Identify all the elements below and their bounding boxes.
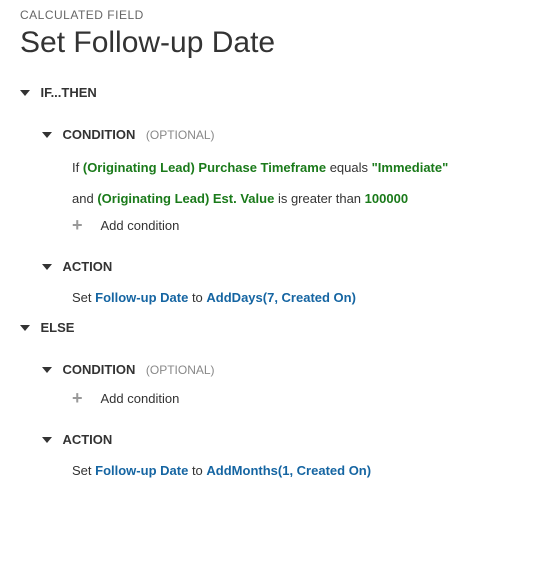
action-label: ACTION: [62, 259, 112, 274]
condition-op: equals: [330, 160, 368, 175]
chevron-down-icon[interactable]: [42, 367, 52, 373]
else-action-header: ACTION: [42, 431, 513, 449]
condition-op: is greater than: [278, 191, 361, 206]
else-condition-header: CONDITION (OPTIONAL): [42, 361, 513, 379]
to-text: to: [192, 463, 203, 478]
chevron-down-icon[interactable]: [20, 325, 30, 331]
page-title: Set Follow-up Date: [20, 26, 513, 60]
if-prefix: If: [72, 160, 79, 175]
plus-icon: +: [72, 389, 83, 407]
breadcrumb: CALCULATED FIELD: [20, 8, 513, 22]
chevron-down-icon[interactable]: [42, 132, 52, 138]
action-field: Follow-up Date: [95, 290, 188, 305]
ifthen-section: IF...THEN CONDITION (OPTIONAL) If (Origi…: [20, 84, 513, 305]
condition-value: 100000: [365, 191, 408, 206]
else-label: ELSE: [40, 320, 74, 335]
optional-label: (OPTIONAL): [146, 128, 215, 142]
action-func: AddDays(7, Created On): [206, 290, 356, 305]
to-text: to: [192, 290, 203, 305]
condition-field: (Originating Lead) Est. Value: [97, 191, 274, 206]
ifthen-action-header: ACTION: [42, 258, 513, 276]
add-condition-button[interactable]: + Add condition: [72, 216, 513, 234]
action-line-else[interactable]: Set Follow-up Date to AddMonths(1, Creat…: [72, 463, 513, 478]
add-condition-label: Add condition: [101, 391, 180, 406]
condition-line-2[interactable]: and (Originating Lead) Est. Value is gre…: [72, 191, 513, 206]
plus-icon: +: [72, 216, 83, 234]
chevron-down-icon[interactable]: [20, 90, 30, 96]
and-prefix: and: [72, 191, 94, 206]
action-line-ifthen[interactable]: Set Follow-up Date to AddDays(7, Created…: [72, 290, 513, 305]
condition-label: CONDITION: [62, 362, 135, 377]
condition-field: (Originating Lead) Purchase Timeframe: [83, 160, 326, 175]
action-label: ACTION: [62, 432, 112, 447]
add-condition-label: Add condition: [101, 218, 180, 233]
set-text: Set: [72, 463, 92, 478]
ifthen-condition-header: CONDITION (OPTIONAL): [42, 126, 513, 144]
condition-line-1[interactable]: If (Originating Lead) Purchase Timeframe…: [72, 160, 513, 175]
condition-value: "Immediate": [372, 160, 449, 175]
optional-label: (OPTIONAL): [146, 363, 215, 377]
chevron-down-icon[interactable]: [42, 437, 52, 443]
add-condition-button[interactable]: + Add condition: [72, 389, 513, 407]
condition-label: CONDITION: [62, 127, 135, 142]
action-func: AddMonths(1, Created On): [206, 463, 371, 478]
set-text: Set: [72, 290, 92, 305]
chevron-down-icon[interactable]: [42, 264, 52, 270]
else-section: ELSE CONDITION (OPTIONAL) + Add conditio…: [20, 319, 513, 478]
action-field: Follow-up Date: [95, 463, 188, 478]
ifthen-label: IF...THEN: [40, 85, 96, 100]
